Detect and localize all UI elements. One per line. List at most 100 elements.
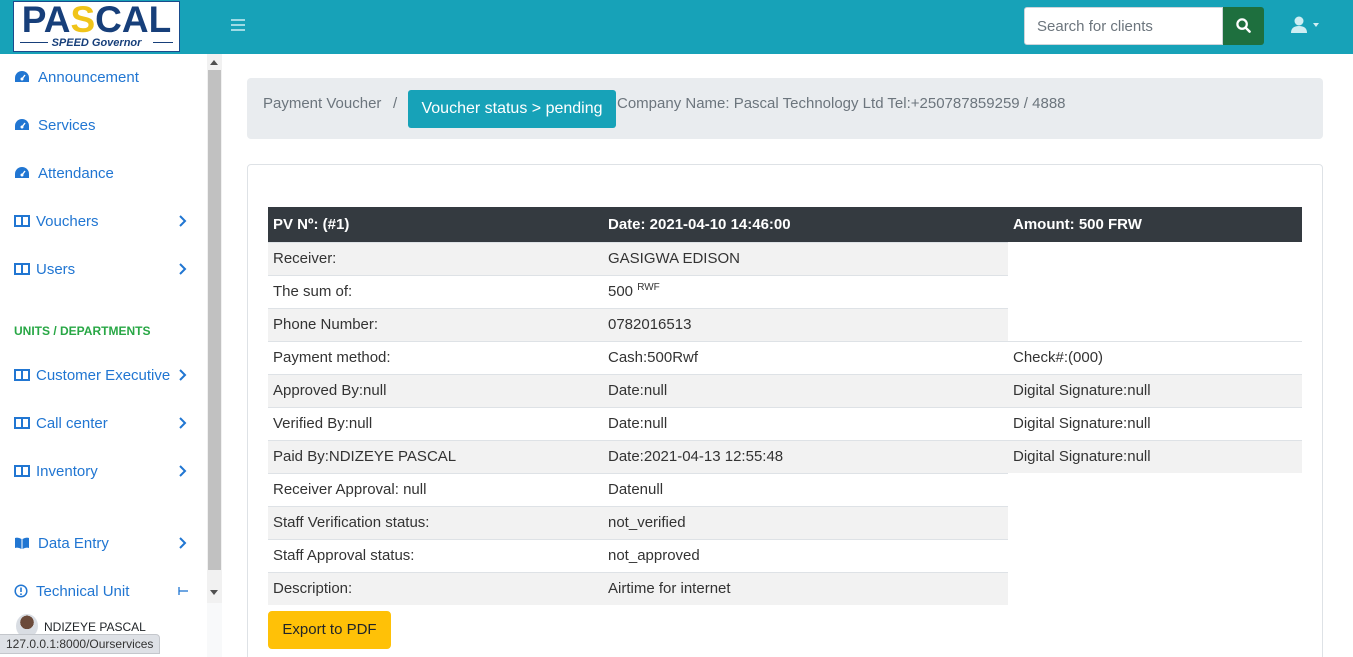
info-circle-icon bbox=[14, 584, 28, 598]
paid-signature: Digital Signature:null bbox=[1008, 439, 1302, 473]
description-value: Airtime for internet bbox=[603, 571, 1008, 605]
table-row: Receiver: GASIGWA EDISON bbox=[268, 241, 1302, 341]
sidebar-item-call-center[interactable]: Call center bbox=[0, 404, 207, 444]
dashboard-gauge-icon bbox=[15, 119, 29, 130]
search-button[interactable] bbox=[1223, 7, 1264, 45]
columns-icon bbox=[14, 215, 30, 227]
pv-number: PV Nº: (#1) bbox=[268, 207, 603, 242]
sidebar-scrollbar[interactable] bbox=[207, 54, 222, 603]
sidebar-item-vouchers[interactable]: Vouchers bbox=[0, 202, 207, 242]
chevron-right-icon bbox=[179, 537, 187, 549]
sidebar-item-services[interactable]: Services bbox=[0, 106, 207, 146]
payment-method-value: Cash:500Rwf bbox=[603, 340, 1008, 374]
table-row: Paid By:NDIZEYE PASCAL Date:2021-04-13 1… bbox=[268, 439, 1302, 473]
chevron-right-icon bbox=[179, 417, 187, 429]
receiver-label: Receiver: bbox=[268, 241, 603, 275]
sum-unit: RWF bbox=[637, 282, 660, 293]
search-input[interactable] bbox=[1024, 7, 1223, 45]
columns-icon bbox=[14, 465, 30, 477]
voucher-status-badge: Voucher status > pending bbox=[408, 90, 616, 128]
phone-value: 0782016513 bbox=[603, 307, 1008, 341]
paid-date: Date:2021-04-13 12:55:48 bbox=[603, 439, 1008, 473]
verified-date: Date:null bbox=[603, 406, 1008, 440]
sum-cell: 500 RWF bbox=[603, 274, 1008, 308]
sum-label: The sum of: bbox=[268, 274, 603, 308]
sidebar-item-label: Customer Executive bbox=[36, 367, 171, 384]
breadcrumb-payment-voucher[interactable]: Payment Voucher bbox=[263, 95, 381, 112]
columns-icon bbox=[14, 263, 30, 275]
pv-amount: Amount: 500 FRW bbox=[1008, 207, 1302, 242]
sidebar-item-attendance[interactable]: Attendance bbox=[0, 154, 207, 194]
sidebar-item-label: Services bbox=[38, 117, 96, 134]
receiver-approval-value: Datenull bbox=[603, 472, 1008, 506]
chevron-right-icon bbox=[179, 465, 187, 477]
sidebar-item-label: Announcement bbox=[38, 69, 139, 86]
sidebar-item-label: Users bbox=[36, 261, 76, 278]
chevron-right-icon bbox=[179, 369, 187, 381]
pv-date: Date: 2021-04-10 14:46:00 bbox=[603, 207, 1008, 242]
approved-signature: Digital Signature:null bbox=[1008, 373, 1302, 407]
book-open-icon bbox=[15, 537, 29, 549]
breadcrumb-separator: / bbox=[393, 95, 398, 112]
user-menu[interactable] bbox=[1289, 15, 1325, 37]
staff-verification-value: not_verified bbox=[603, 505, 1008, 539]
dashboard-gauge-icon bbox=[15, 71, 29, 82]
logo-wordmark: PASCAL bbox=[21, 1, 172, 40]
check-number: Check#:(000) bbox=[1008, 340, 1302, 374]
user-name: NDIZEYE PASCAL bbox=[44, 620, 146, 634]
hamburger-icon[interactable] bbox=[231, 19, 245, 33]
user-icon bbox=[1291, 16, 1319, 33]
phone-label: Phone Number: bbox=[268, 307, 603, 341]
approved-by: Approved By:null bbox=[268, 373, 603, 407]
sidebar-item-label: Attendance bbox=[38, 165, 114, 182]
dashboard-gauge-icon bbox=[15, 167, 29, 178]
receiver-value: GASIGWA EDISON bbox=[603, 241, 1008, 275]
voucher-table: PV Nº: (#1) Date: 2021-04-10 14:46:00 Am… bbox=[268, 207, 1302, 605]
sidebar-item-label: Vouchers bbox=[36, 213, 99, 230]
description-label: Description: bbox=[268, 571, 603, 605]
logo-subtitle: SPEED Governor bbox=[51, 37, 142, 49]
breadcrumb: Payment Voucher / Voucher status > pendi… bbox=[247, 78, 1323, 139]
sidebar-item-users[interactable]: Users bbox=[0, 250, 207, 290]
sidebar-item-label: Inventory bbox=[36, 463, 98, 480]
scroll-down-arrow-icon[interactable] bbox=[210, 590, 218, 595]
staff-approval-value: not_approved bbox=[603, 538, 1008, 572]
paid-by: Paid By:NDIZEYE PASCAL bbox=[268, 439, 603, 473]
pascal-logo[interactable]: PASCAL SPEED Governor bbox=[13, 1, 180, 52]
payment-method-label: Payment method: bbox=[268, 340, 603, 374]
verified-by: Verified By:null bbox=[268, 406, 603, 440]
staff-approval-label: Staff Approval status: bbox=[268, 538, 603, 572]
table-row: Verified By:null Date:null Digital Signa… bbox=[268, 406, 1302, 440]
export-pdf-button[interactable]: Export to PDF bbox=[268, 611, 391, 649]
sidebar-item-data-entry[interactable]: Data Entry bbox=[0, 524, 207, 564]
verified-signature: Digital Signature:null bbox=[1008, 406, 1302, 440]
table-row: Payment method: Cash:500Rwf Check#:(000) bbox=[268, 340, 1302, 374]
section-title-units: UNITS / DEPARTMENTS bbox=[14, 324, 151, 338]
sidebar-item-inventory[interactable]: Inventory bbox=[0, 452, 207, 492]
scroll-thumb[interactable] bbox=[208, 70, 221, 570]
columns-icon bbox=[14, 369, 30, 381]
table-header-row: PV Nº: (#1) Date: 2021-04-10 14:46:00 Am… bbox=[268, 207, 1302, 242]
sum-value: 500 bbox=[608, 283, 634, 300]
company-info: Company Name: Pascal Technology Ltd Tel:… bbox=[617, 95, 1066, 112]
sidebar: Announcement Services Attendance Voucher… bbox=[0, 54, 207, 657]
sidebar-item-label: Data Entry bbox=[38, 535, 109, 552]
sidebar-item-label: Technical Unit bbox=[36, 583, 130, 600]
columns-icon bbox=[14, 417, 30, 429]
scroll-up-arrow-icon[interactable] bbox=[210, 60, 218, 65]
top-navbar: PASCAL SPEED Governor bbox=[0, 0, 1353, 54]
staff-verification-label: Staff Verification status: bbox=[268, 505, 603, 539]
collapse-arrow-icon bbox=[178, 587, 188, 595]
sidebar-item-label: Call center bbox=[36, 415, 108, 432]
sidebar-item-technical-unit[interactable]: Technical Unit bbox=[0, 572, 207, 612]
table-row: Approved By:null Date:null Digital Signa… bbox=[268, 373, 1302, 407]
receiver-approval-label: Receiver Approval: null bbox=[268, 472, 603, 506]
table-row: Receiver Approval: null Datenull bbox=[268, 472, 1302, 605]
search-icon bbox=[1236, 18, 1251, 33]
chevron-right-icon bbox=[179, 215, 187, 227]
approved-date: Date:null bbox=[603, 373, 1008, 407]
sidebar-item-customer-executive[interactable]: Customer Executive bbox=[0, 356, 207, 396]
chevron-right-icon bbox=[179, 263, 187, 275]
sidebar-item-announcement[interactable]: Announcement bbox=[0, 58, 207, 98]
status-bar-url: 127.0.0.1:8000/Ourservices bbox=[0, 634, 161, 654]
